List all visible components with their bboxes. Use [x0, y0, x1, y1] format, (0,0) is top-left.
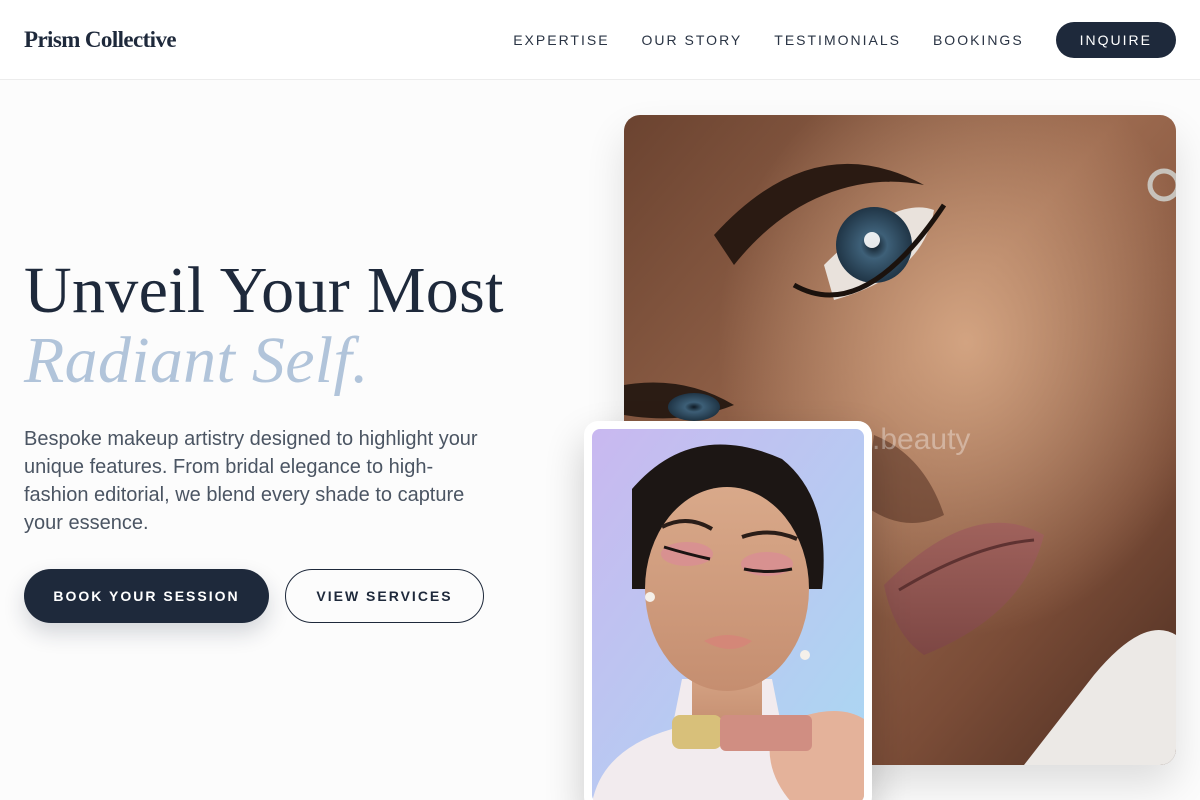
site-header: Prism Collective EXPERTISE OUR STORY TES… [0, 0, 1200, 80]
book-session-button[interactable]: BOOK YOUR SESSION [24, 569, 269, 623]
hero-title-line-1: Unveil Your Most [24, 254, 504, 327]
image-watermark: .beauty [872, 423, 971, 456]
inset-portrait-image [592, 429, 864, 800]
hero-title-line-2: Radiant Self. [24, 324, 369, 397]
nav-link-our-story[interactable]: OUR STORY [642, 32, 743, 48]
site-logo[interactable]: Prism Collective [24, 27, 177, 53]
hero-description: Bespoke makeup artistry designed to high… [24, 428, 478, 534]
inset-portrait-card [584, 421, 872, 800]
inquire-button[interactable]: INQUIRE [1055, 21, 1176, 58]
inset-portrait-illustration [592, 429, 864, 800]
view-services-button[interactable]: VIEW SERVICES [285, 569, 484, 623]
nav-link-expertise[interactable]: EXPERTISE [513, 32, 609, 48]
nav-link-testimonials[interactable]: TESTIMONIALS [774, 32, 901, 48]
hero-title: Unveil Your Most Radiant Self. [24, 256, 584, 396]
nav-link-bookings[interactable]: BOOKINGS [933, 32, 1024, 48]
main-nav: EXPERTISE OUR STORY TESTIMONIALS BOOKING… [513, 21, 1176, 58]
